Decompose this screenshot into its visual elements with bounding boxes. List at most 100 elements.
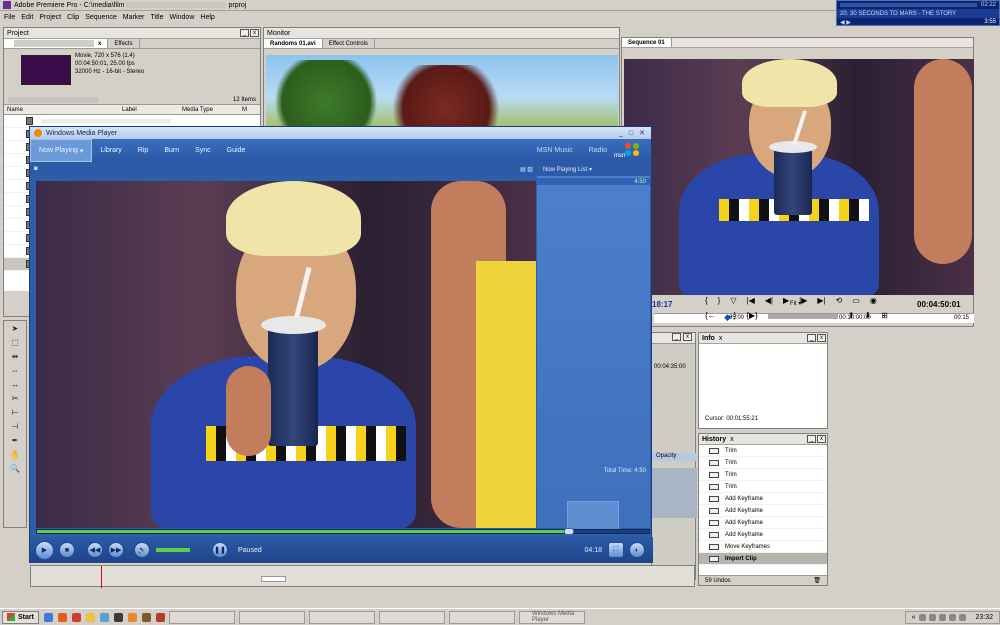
step-back-icon[interactable]: ◀| <box>765 296 773 305</box>
tray-icon[interactable] <box>929 613 937 621</box>
pen-tool-icon[interactable]: ✒ <box>8 435 22 447</box>
slip-tool-icon[interactable]: ⊢ <box>8 407 22 419</box>
play-button[interactable]: ▶ <box>35 540 54 560</box>
history-item[interactable]: Move Keyframes <box>699 541 827 553</box>
col-label[interactable]: Label <box>119 107 179 113</box>
minimize-icon[interactable]: _ <box>672 333 681 341</box>
tray-icon[interactable] <box>959 613 967 621</box>
loop-icon[interactable]: ⟲ <box>836 296 843 305</box>
timeline-tc[interactable]: 00:04:35:00 <box>652 344 695 370</box>
zoom-slider[interactable] <box>261 576 286 582</box>
stop-button[interactable]: ■ <box>59 542 75 558</box>
set-in-icon[interactable]: { <box>705 296 708 305</box>
wmp-info-icon[interactable]: ◙ <box>34 166 38 172</box>
tab-msn-music[interactable]: MSN Music <box>529 139 581 162</box>
taskbar-button[interactable] <box>168 610 235 624</box>
tray-expand-icon[interactable]: « <box>912 614 916 621</box>
minimize-icon[interactable]: _ <box>619 130 623 137</box>
taskbar-button[interactable] <box>238 610 305 624</box>
menu-clip[interactable]: Clip <box>67 14 79 21</box>
app-icon[interactable] <box>71 612 81 622</box>
now-playing-list-dropdown[interactable]: Now Playing List ▾ <box>543 166 592 173</box>
folder-icon[interactable] <box>85 612 95 622</box>
play-icon[interactable]: ▶ <box>783 296 789 305</box>
app-icon[interactable] <box>127 612 137 622</box>
app-icon[interactable] <box>155 612 165 622</box>
close-icon[interactable]: x <box>683 333 692 341</box>
menu-file[interactable]: File <box>4 14 15 21</box>
tab-effects[interactable]: Effects <box>108 39 140 48</box>
close-icon[interactable]: x <box>250 29 259 37</box>
close-icon[interactable]: x <box>817 334 826 342</box>
history-item[interactable]: Add Keyframe <box>699 505 827 517</box>
history-item[interactable]: Add Keyframe <box>699 493 827 505</box>
step-forward-icon[interactable]: |▶ <box>799 296 807 305</box>
col-m[interactable]: M <box>239 107 247 113</box>
slide-tool-icon[interactable]: ⊣ <box>8 421 22 433</box>
msn-butterfly-icon[interactable] <box>625 142 641 159</box>
tab-burn[interactable]: Burn <box>156 139 187 162</box>
wmp-video-area[interactable] <box>36 181 536 528</box>
close-icon[interactable]: x <box>817 435 826 443</box>
rolling-edit-tool-icon[interactable]: ⇔ <box>8 365 22 377</box>
info-tab-close-icon[interactable]: x <box>719 335 723 342</box>
history-item[interactable]: Add Keyframe <box>699 529 827 541</box>
history-item-selected[interactable]: Import Clip <box>699 553 827 565</box>
track-select-tool-icon[interactable]: ⬚ <box>8 337 22 349</box>
selection-tool-icon[interactable]: ➤ <box>8 323 22 335</box>
mute-button[interactable]: 🔈 <box>134 542 150 558</box>
col-media-type[interactable]: Media Type <box>179 107 239 113</box>
taskbar-button[interactable] <box>308 610 375 624</box>
app-icon[interactable] <box>113 612 123 622</box>
menu-sequence[interactable]: Sequence <box>85 14 117 21</box>
program-monitor-video[interactable] <box>624 59 974 295</box>
tab-rip[interactable]: Rip <box>130 139 157 162</box>
tab-now-playing[interactable]: Now Playing ▾ <box>30 139 93 162</box>
tab-effect-controls[interactable]: Effect Controls <box>323 39 375 48</box>
taskbar-button-wmp[interactable]: Windows Media Player <box>518 610 585 624</box>
history-tab-close-icon[interactable]: x <box>730 436 734 443</box>
pause-button[interactable]: ❚❚ <box>212 542 228 558</box>
source-monitor-video[interactable] <box>266 55 618 126</box>
tray-icon[interactable] <box>939 613 947 621</box>
history-item[interactable]: Add Keyframe <box>699 517 827 529</box>
go-to-next-edit-icon[interactable]: →} <box>726 311 737 320</box>
tab-library[interactable]: Library <box>92 139 129 162</box>
safe-margins-icon[interactable]: ▭ <box>852 296 860 305</box>
volume-slider[interactable] <box>156 548 190 552</box>
tray-icon[interactable] <box>949 613 957 621</box>
video-clip-track[interactable] <box>652 468 697 518</box>
tab-sequence[interactable]: Sequence 01 <box>622 38 672 47</box>
skin-mode-icon[interactable]: ◐ <box>629 542 645 558</box>
taskbar-clock[interactable]: 23:32 <box>975 614 993 621</box>
menu-edit[interactable]: Edit <box>21 14 33 21</box>
history-item[interactable]: Trim <box>699 469 827 481</box>
tab-radio[interactable]: Radio <box>581 139 615 162</box>
tab-guide[interactable]: Guide <box>219 139 254 162</box>
minimize-icon[interactable]: _ <box>807 435 816 443</box>
app-icon[interactable] <box>99 612 109 622</box>
tab-project[interactable]: x <box>4 39 109 48</box>
taskbar-button[interactable] <box>448 610 515 624</box>
rate-stretch-tool-icon[interactable]: ↔ <box>8 379 22 391</box>
lift-icon[interactable]: ⬆ <box>848 311 855 320</box>
trash-icon[interactable]: 🗑 <box>813 577 821 584</box>
firefox-icon[interactable] <box>57 612 67 622</box>
program-current-tc[interactable]: 18:17 <box>652 300 672 309</box>
hand-tool-icon[interactable]: ✋ <box>8 449 22 461</box>
menu-project[interactable]: Project <box>39 14 61 21</box>
previous-button[interactable]: ◀◀ <box>87 542 103 558</box>
marker-icon[interactable]: ▽ <box>730 296 736 305</box>
timeline-playhead[interactable] <box>101 566 102 588</box>
next-button[interactable]: ▶▶ <box>108 542 124 558</box>
fullscreen-icon[interactable]: ⛶ <box>608 542 624 558</box>
col-name[interactable]: Name <box>4 107 119 113</box>
tab-source-clip[interactable]: Randoms 01.avi <box>264 39 323 48</box>
clip-thumbnail[interactable] <box>21 55 71 85</box>
history-item[interactable]: Trim <box>699 445 827 457</box>
play-in-to-out-icon[interactable]: {▶} <box>746 311 758 320</box>
shuttle-slider[interactable] <box>767 314 838 319</box>
wmp-view-icon[interactable]: ▤ ▥ <box>520 166 533 173</box>
minimize-icon[interactable]: _ <box>240 29 249 37</box>
history-item[interactable]: Trim <box>699 481 827 493</box>
